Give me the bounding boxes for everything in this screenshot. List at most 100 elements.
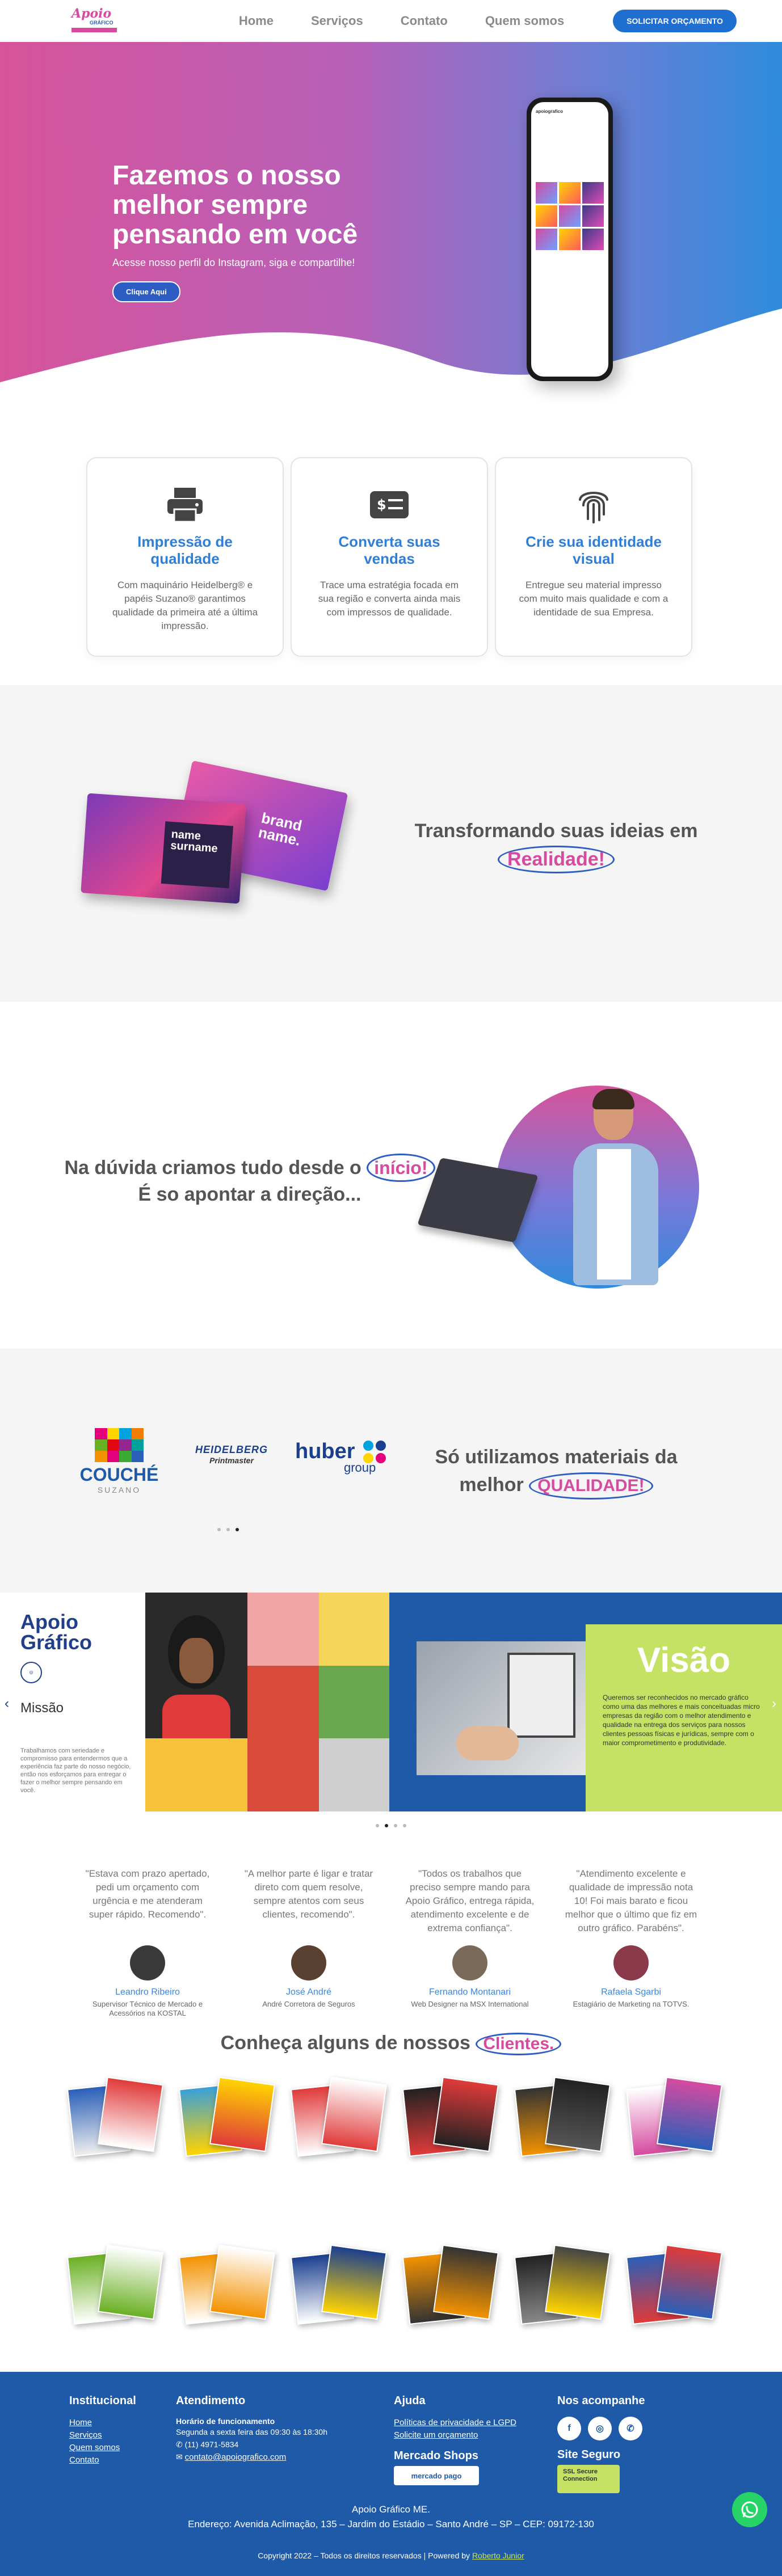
instagram-screen: apoiografico bbox=[531, 102, 608, 377]
couche-suzano-logo: COUCHÉ SUZANO bbox=[79, 1428, 159, 1494]
hero-subtitle: Acesse nosso perfil do Instagram, siga e… bbox=[112, 257, 355, 268]
site-logo[interactable]: Apoio GRÁFICO bbox=[68, 5, 120, 37]
couche-mark-icon bbox=[95, 1428, 144, 1462]
slider-dot[interactable] bbox=[394, 1824, 397, 1827]
testimonial-role: André Corretora de Seguros bbox=[262, 2000, 355, 2008]
whatsapp-float-button[interactable] bbox=[732, 2492, 767, 2527]
testimonial-role: Supervisor Técnico de Mercado e Acessóri… bbox=[92, 2000, 203, 2017]
slider-dot-active[interactable] bbox=[385, 1824, 388, 1827]
direction-line2: É so apontar a direção... bbox=[138, 1184, 361, 1205]
heidelberg-text: HEIDELBERG bbox=[195, 1444, 268, 1455]
mission-vision-slider: Apoio Gráfico ◎ Missão Trabalhamos com s… bbox=[0, 1593, 782, 1811]
footer-link-contact[interactable]: Contato bbox=[69, 2454, 136, 2467]
client-flyer-image bbox=[67, 2244, 163, 2325]
huber-dots-icon bbox=[363, 1441, 388, 1466]
request-quote-button[interactable]: SOLICITAR ORÇAMENTO bbox=[613, 10, 737, 32]
slider-dots bbox=[0, 1811, 782, 1827]
footer-service: Atendimento Horário de funcionamento Seg… bbox=[176, 2395, 327, 2464]
brand-badge-icon: ◎ bbox=[20, 1662, 42, 1683]
hero-banner: Fazemos o nosso melhor sempre pensando e… bbox=[0, 42, 782, 432]
phone-number[interactable]: (11) 4971-5834 bbox=[185, 2440, 239, 2449]
testimonial-card: "Atendimento excelente e qualidade de im… bbox=[563, 1867, 699, 2051]
footer-link-about[interactable]: Quem somos bbox=[69, 2442, 136, 2454]
follow-title: Nos acompanhe bbox=[557, 2395, 645, 2407]
email-link[interactable]: contato@apoiografico.com bbox=[185, 2452, 287, 2462]
testimonial-name: Rafaela Sgarbi bbox=[601, 1987, 661, 1997]
email-row: ✉ contato@apoiografico.com bbox=[176, 2451, 327, 2464]
mouse-desk-photo bbox=[417, 1641, 592, 1775]
carousel-dot[interactable] bbox=[226, 1528, 230, 1531]
footer-address-block: Apoio Gráfico ME. Endereço: Avenida Acli… bbox=[0, 2502, 782, 2532]
avatar bbox=[130, 1945, 165, 1980]
shops-title: Mercado Shops bbox=[394, 2450, 478, 2462]
nav-home[interactable]: Home bbox=[239, 14, 274, 28]
footer-inst-title: Institucional bbox=[69, 2395, 136, 2407]
testimonial-card: "A melhor parte é ligar e tratar direto … bbox=[241, 1867, 377, 2051]
testimonial-name: Leandro Ribeiro bbox=[115, 1987, 180, 1997]
suzano-text: SUZANO bbox=[97, 1485, 141, 1494]
facebook-icon[interactable]: f bbox=[557, 2417, 581, 2440]
privacy-link[interactable]: Políticas de privacidade e LGPD bbox=[394, 2417, 516, 2429]
carousel-dot[interactable] bbox=[217, 1528, 221, 1531]
feature-text: Com maquinário Heidelberg® e papéis Suza… bbox=[112, 580, 258, 631]
money-icon: $ bbox=[314, 482, 464, 527]
footer-help-title: Ajuda bbox=[394, 2395, 426, 2407]
instagram-icon[interactable]: ◎ bbox=[588, 2417, 612, 2440]
quote-link[interactable]: Solicite um orçamento bbox=[394, 2429, 516, 2442]
clients-highlight: Clientes. bbox=[476, 2033, 562, 2055]
top-nav: Apoio GRÁFICO Home Serviços Contato Quem… bbox=[0, 0, 782, 42]
direction-text: Na dúvida criamos tudo desde o início! É… bbox=[57, 1150, 443, 1207]
vision-card: Visão Queremos ser reconhecidos no merca… bbox=[586, 1624, 782, 1811]
instagram-handle: apoiografico bbox=[536, 109, 564, 114]
printer-icon bbox=[110, 482, 260, 527]
client-flyer-image bbox=[67, 2076, 163, 2157]
testimonial-quote: "Estava com prazo apertado, pedi um orça… bbox=[85, 1868, 210, 1920]
mosaic-tile bbox=[247, 1665, 319, 1811]
client-flyer-image bbox=[179, 2244, 275, 2325]
logo-bar bbox=[72, 28, 117, 32]
slider-dot[interactable] bbox=[376, 1824, 379, 1827]
hero-title: Fazemos o nosso melhor sempre pensando e… bbox=[112, 161, 358, 250]
slider-dot[interactable] bbox=[403, 1824, 406, 1827]
business-card-front: name surname bbox=[81, 793, 246, 904]
instagram-button[interactable]: Clique Aqui bbox=[112, 281, 180, 302]
feature-title: Crie sua identidade visual bbox=[525, 533, 662, 567]
brands-carousel-dots bbox=[217, 1528, 239, 1531]
company-name: Apoio Gráfico ME. bbox=[352, 2504, 430, 2515]
mercado-pago-badge[interactable]: mercado pago bbox=[394, 2466, 479, 2485]
feature-card-print: Impressão de qualidade Com maquinário He… bbox=[86, 457, 284, 657]
testimonial-card: "Todos os trabalhos que preciso sempre m… bbox=[402, 1867, 538, 2051]
logo-sub: GRÁFICO bbox=[90, 20, 113, 26]
powered-by-link[interactable]: Roberto Junior bbox=[472, 2551, 524, 2560]
feature-title: Converta suas vendas bbox=[338, 533, 440, 567]
vision-panel: Visão Queremos ser reconhecidos no merca… bbox=[389, 1593, 782, 1811]
nav-about[interactable]: Quem somos bbox=[485, 14, 564, 28]
mission-text: Trabalhamos com seriedade e compromisso … bbox=[20, 1747, 131, 1794]
heidelberg-logo: HEIDELBERG Printmaster bbox=[180, 1444, 283, 1465]
carousel-dot-active[interactable] bbox=[236, 1528, 239, 1531]
secure-title: Site Seguro bbox=[557, 2448, 621, 2461]
mail-icon: ✉ bbox=[176, 2452, 185, 2461]
direction-line1: Na dúvida criamos tudo desde o bbox=[64, 1157, 361, 1179]
mission-label: Missão bbox=[20, 1700, 64, 1716]
footer-link-home[interactable]: Home bbox=[69, 2417, 136, 2429]
slider-prev-icon[interactable]: ‹ bbox=[5, 1696, 9, 1712]
fingerprint-icon bbox=[519, 482, 669, 527]
testimonial-quote: "Atendimento excelente e qualidade de im… bbox=[565, 1868, 697, 1933]
whatsapp-icon[interactable]: ✆ bbox=[619, 2417, 642, 2440]
couche-text: COUCHÉ bbox=[79, 1464, 159, 1485]
footer-link-services[interactable]: Serviços bbox=[69, 2429, 136, 2442]
mosaic-tile bbox=[145, 1738, 247, 1811]
feature-text: Trace uma estratégia focada em sua regiã… bbox=[318, 580, 461, 618]
hero-text: Fazemos o nosso melhor sempre pensando e… bbox=[112, 161, 407, 302]
slider-next-icon[interactable]: › bbox=[772, 1696, 776, 1712]
feature-card-sales: $ Converta suas vendas Trace uma estraté… bbox=[291, 457, 488, 657]
nav-contact[interactable]: Contato bbox=[401, 14, 448, 28]
avatar bbox=[291, 1945, 326, 1980]
client-flyer-image bbox=[514, 2244, 611, 2325]
nav-services[interactable]: Serviços bbox=[311, 14, 363, 28]
instagram-grid bbox=[536, 182, 604, 250]
client-flyer-image bbox=[626, 2076, 722, 2157]
huber-group-logo: huber group bbox=[295, 1439, 397, 1475]
footer-institutional: Institucional Home Serviços Quem somos C… bbox=[69, 2395, 136, 2467]
